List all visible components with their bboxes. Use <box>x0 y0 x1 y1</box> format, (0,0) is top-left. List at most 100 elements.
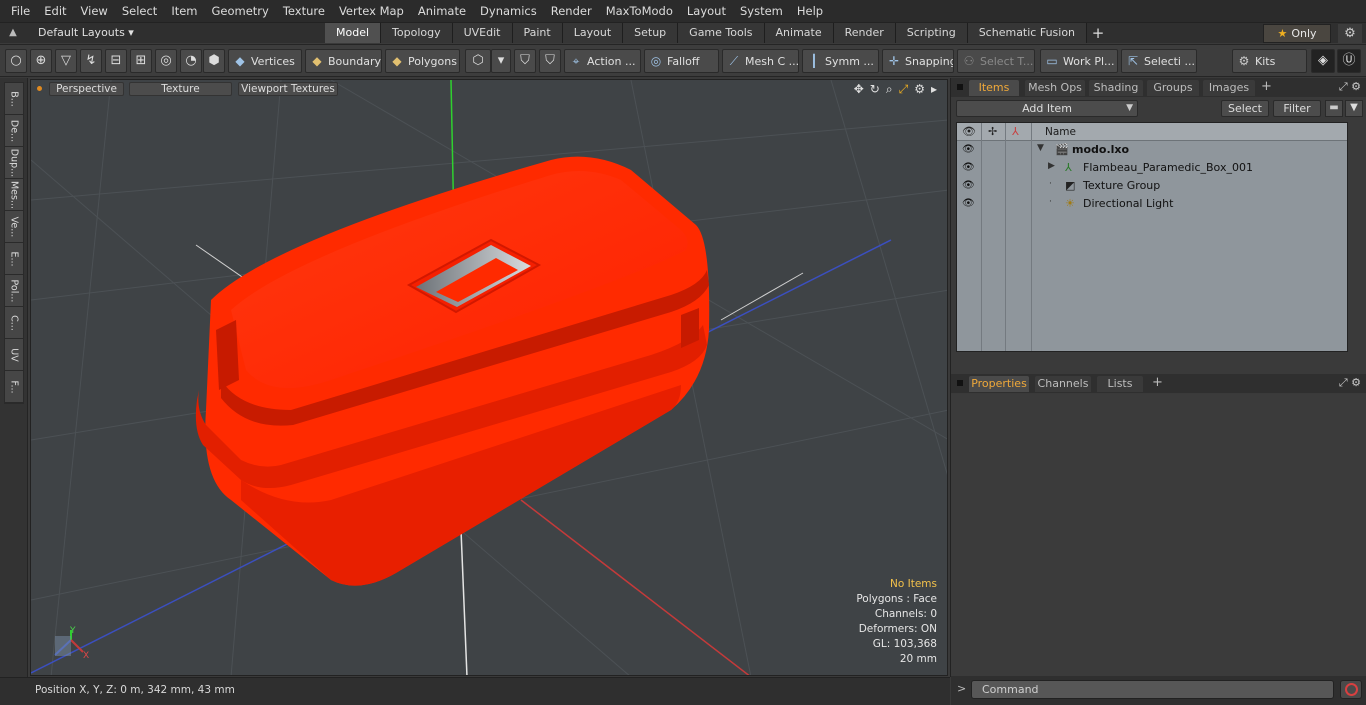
3d-viewport[interactable]: Y X Perspective Texture Viewport Texture… <box>30 79 948 676</box>
tab-scripting[interactable]: Scripting <box>895 23 968 43</box>
collapse-icon[interactable]: ▬ <box>1325 100 1343 117</box>
add-panel-tab-button[interactable]: + <box>1152 375 1163 390</box>
command-history-icon[interactable]: > <box>957 682 966 695</box>
left-tab-duplicate[interactable]: Dup... <box>5 147 23 179</box>
expand-triangle-icon[interactable]: ▶ <box>1048 161 1055 171</box>
visibility-eye-icon[interactable]: 👁 <box>962 180 975 191</box>
menu-file[interactable]: File <box>4 0 37 22</box>
viewport-gear-icon[interactable]: ⚙ <box>914 82 925 97</box>
tab-model[interactable]: Model <box>325 23 382 43</box>
command-input[interactable]: Command <box>971 680 1334 699</box>
panel-menu-icon[interactable] <box>957 84 963 90</box>
pin-icon[interactable]: ▽ <box>55 49 77 73</box>
list-item[interactable]: 👁 · ◩ Texture Group <box>957 177 1347 195</box>
visibility-eye-icon[interactable]: 👁 <box>962 162 975 173</box>
tab-shading[interactable]: Shading <box>1089 80 1143 96</box>
selection-sets-button[interactable]: ⇱ Selecti ... <box>1121 49 1197 73</box>
symmetry-shield-icon[interactable]: ⛉ <box>514 49 536 73</box>
left-tab-mesh-edit[interactable]: Mes... <box>5 179 23 211</box>
lasso-icon[interactable]: ↯ <box>80 49 102 73</box>
boundary-button[interactable]: ◆ Boundary <box>305 49 382 73</box>
menu-render[interactable]: Render <box>544 0 599 22</box>
zoom-view-icon[interactable]: ⌕ <box>886 82 893 97</box>
menu-view[interactable]: View <box>74 0 115 22</box>
funnel-icon[interactable]: ▼ <box>1345 100 1363 117</box>
list-item[interactable]: 👁 ▶ ⅄ Flambeau_Paramedic_Box_001 <box>957 159 1347 177</box>
filter-button[interactable]: Filter <box>1273 100 1321 117</box>
unreal-icon[interactable]: Ⓤ <box>1337 49 1361 73</box>
tab-topology[interactable]: Topology <box>381 23 453 43</box>
viewport-textures-button[interactable]: Viewport Textures <box>238 82 338 96</box>
left-tab-deform[interactable]: De... <box>5 115 23 147</box>
tab-properties[interactable]: Properties <box>969 376 1029 392</box>
perspective-button[interactable]: Perspective <box>49 82 124 96</box>
left-tab-uv[interactable]: UV <box>5 339 23 371</box>
texture-button[interactable]: Texture <box>129 82 232 96</box>
menu-system[interactable]: System <box>733 0 790 22</box>
name-column-header[interactable]: Name <box>1045 126 1076 138</box>
tab-layout[interactable]: Layout <box>562 23 624 43</box>
add-item-button[interactable]: Add Item ▼ <box>956 100 1138 117</box>
center-icon[interactable]: ⊞ <box>130 49 152 73</box>
menu-vertex-map[interactable]: Vertex Map <box>332 0 411 22</box>
work-plane-button[interactable]: ▭ Work Pl... <box>1040 49 1118 73</box>
panel-menu-icon[interactable] <box>957 380 963 386</box>
chevron-down-icon[interactable]: ▾ <box>491 49 511 73</box>
vertices-button[interactable]: ◆ Vertices <box>228 49 302 73</box>
item-list-scrollbar[interactable] <box>1351 122 1361 352</box>
left-tab-basic[interactable]: B... <box>5 83 23 115</box>
menu-texture[interactable]: Texture <box>276 0 332 22</box>
tab-mesh-ops[interactable]: Mesh Ops <box>1025 80 1085 96</box>
action-center-button[interactable]: ⌖ Action ... <box>564 49 641 73</box>
tab-setup[interactable]: Setup <box>623 23 679 43</box>
item-list[interactable]: 👁 ✢ ⅄ Name 👁 ▼ 🎬 modo.lxo 👁 ▶ ⅄ Flambeau… <box>956 122 1348 352</box>
globe-icon[interactable]: ⊕ <box>30 49 52 73</box>
snapping-button[interactable]: ✛ Snapping <box>882 49 954 73</box>
menu-dynamics[interactable]: Dynamics <box>473 0 544 22</box>
shield-icon[interactable]: ⛉ <box>539 49 561 73</box>
tab-lists[interactable]: Lists <box>1097 376 1143 392</box>
left-tab-vertex[interactable]: Ve... <box>5 211 23 243</box>
visibility-eye-icon[interactable]: 👁 <box>962 198 975 209</box>
collapse-triangle-icon[interactable]: ▼ <box>1037 143 1044 153</box>
left-tab-edge[interactable]: E... <box>5 243 23 275</box>
tab-groups[interactable]: Groups <box>1147 80 1199 96</box>
panel-expand-gear-icon[interactable]: ⤢ ⚙ <box>1339 80 1361 94</box>
tab-schematic-fusion[interactable]: Schematic Fusion <box>967 23 1088 43</box>
only-button[interactable]: ★ Only <box>1263 24 1331 43</box>
item-mode-icon[interactable]: ⬡ <box>465 49 491 73</box>
align-icon[interactable]: ⊟ <box>105 49 127 73</box>
move-view-icon[interactable]: ✥ <box>854 82 864 97</box>
menu-geometry[interactable]: Geometry <box>205 0 276 22</box>
rotate-view-icon[interactable]: ↻ <box>870 82 880 97</box>
left-tab-fusion[interactable]: F... <box>5 371 23 403</box>
tab-uvedit[interactable]: UVEdit <box>452 23 513 43</box>
tab-images[interactable]: Images <box>1203 80 1255 96</box>
pivot-icon[interactable]: ◎ <box>155 49 177 73</box>
layout-select[interactable]: Default Layouts ▾ <box>30 23 142 44</box>
tab-items[interactable]: Items <box>969 80 1019 96</box>
panel-expand-gear-icon[interactable]: ⤢ ⚙ <box>1339 376 1361 390</box>
left-tab-polygon[interactable]: Pol... <box>5 275 23 307</box>
visibility-eye-icon[interactable]: 👁 <box>962 144 975 155</box>
add-tab-button[interactable]: + <box>1087 23 1109 44</box>
list-item[interactable]: 👁 · ☀ Directional Light <box>957 195 1347 213</box>
falloff-button[interactable]: ◎ Falloff <box>644 49 719 73</box>
layout-collapse-icon[interactable]: ▲ <box>6 26 20 40</box>
rotate-icon[interactable]: ◔ <box>180 49 202 73</box>
circle-select-icon[interactable]: ○ <box>5 49 27 73</box>
list-item[interactable]: 👁 ▼ 🎬 modo.lxo <box>957 141 1347 159</box>
add-panel-tab-button[interactable]: + <box>1261 79 1272 94</box>
mesh-constraint-button[interactable]: ⟋ Mesh C ... <box>722 49 799 73</box>
tab-animate[interactable]: Animate <box>764 23 834 43</box>
tab-game-tools[interactable]: Game Tools <box>678 23 765 43</box>
left-tab-curve[interactable]: C... <box>5 307 23 339</box>
select-through-button[interactable]: ⚇ Select T... <box>957 49 1035 73</box>
symmetry-button[interactable]: ┃ Symm ... <box>802 49 879 73</box>
viewport-menu-dot[interactable] <box>37 86 42 91</box>
menu-maxtomodo[interactable]: MaxToModo <box>599 0 680 22</box>
tab-render[interactable]: Render <box>833 23 896 43</box>
mesh-item-icon[interactable]: ⬢ <box>203 49 225 73</box>
menu-help[interactable]: Help <box>790 0 830 22</box>
menu-item[interactable]: Item <box>164 0 204 22</box>
